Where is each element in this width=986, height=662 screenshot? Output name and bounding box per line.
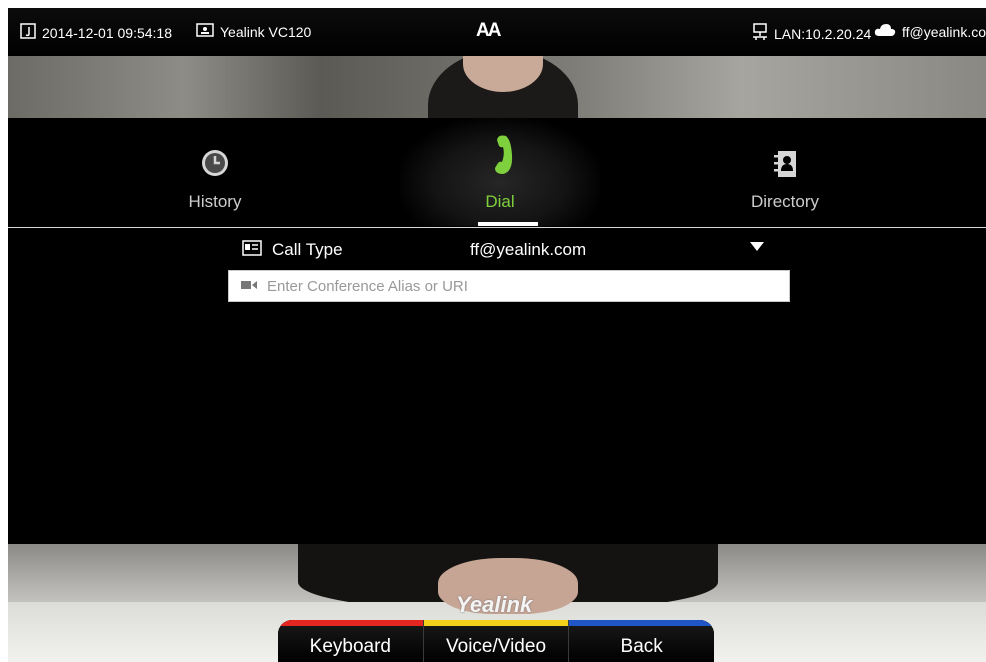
voice-video-button-label: Voice/Video (446, 636, 547, 657)
video-background-top (8, 56, 986, 118)
tab-history[interactable]: History (115, 118, 315, 226)
tab-directory-label: Directory (750, 192, 819, 211)
contact-card-icon (242, 239, 262, 261)
tab-directory[interactable]: Directory (685, 118, 885, 226)
account-status[interactable]: ff@yealink.com (874, 23, 986, 40)
voice-video-button[interactable]: Voice/Video (423, 620, 569, 662)
tab-divider (8, 227, 986, 228)
account-text: ff@yealink.com (902, 23, 986, 40)
video-camera-icon (241, 277, 257, 295)
tab-history-label: History (188, 192, 242, 211)
network-status[interactable]: LAN:10.2.20.24 (752, 23, 871, 44)
conference-uri-field[interactable] (228, 270, 790, 302)
lan-address-text: LAN:10.2.20.24 (774, 25, 872, 42)
clock-icon (200, 148, 230, 183)
keyboard-button[interactable]: Keyboard (278, 620, 423, 662)
back-button[interactable]: Back (569, 620, 714, 662)
monitor-icon (196, 23, 214, 40)
keyboard-button-label: Keyboard (309, 636, 391, 657)
phone-handset-icon (488, 134, 514, 181)
main-tabs: History Dial Directory (8, 118, 986, 228)
call-type-value: ff@yealink.com (470, 240, 587, 259)
tab-dial-label: Dial (485, 192, 515, 211)
conference-uri-input[interactable] (267, 277, 767, 295)
network-icon (752, 23, 768, 44)
cloud-icon (874, 23, 896, 40)
datetime-display: 2014-12-01 09:54:18 (20, 23, 172, 42)
font-size-toggle[interactable]: AA (476, 20, 501, 42)
call-type-label: Call Type (272, 240, 343, 259)
device-name-display: Yealink VC120 (196, 23, 311, 40)
calendar-icon (20, 23, 36, 42)
active-tab-indicator (478, 222, 538, 226)
address-book-icon (773, 150, 797, 183)
status-bar: 2014-12-01 09:54:18 Yealink VC120 AA LAN… (8, 8, 986, 56)
device-name-text: Yealink VC120 (220, 23, 312, 40)
screen-frame: 2014-12-01 09:54:18 Yealink VC120 AA LAN… (8, 8, 986, 662)
call-type-selector[interactable]: Call Type ff@yealink.com (228, 234, 790, 266)
dropdown-arrow-icon[interactable] (750, 242, 764, 251)
tab-dial[interactable]: Dial (400, 118, 600, 226)
back-button-label: Back (620, 636, 663, 657)
datetime-text: 2014-12-01 09:54:18 (42, 24, 172, 41)
softkey-bar: Keyboard Voice/Video Back (278, 620, 714, 662)
brand-watermark: Yealink (456, 592, 533, 617)
